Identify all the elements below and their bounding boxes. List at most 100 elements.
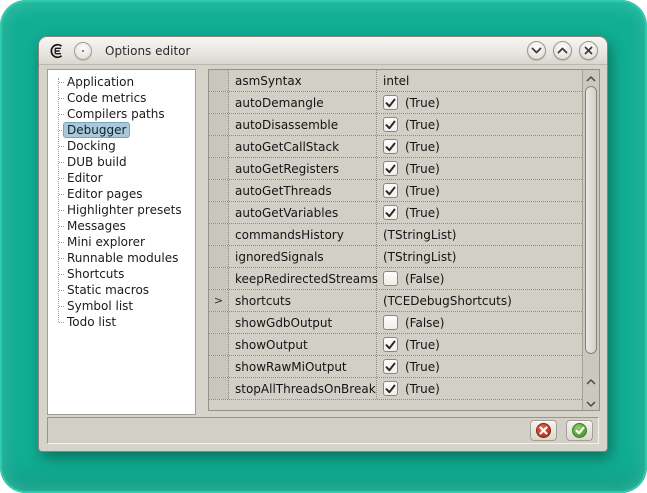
expand-arrow-icon[interactable]: > [209,290,229,311]
property-row-autoGetRegisters[interactable]: autoGetRegisters (True) [209,158,582,180]
property-name: keepRedirectedStreams [229,268,377,289]
property-name: stopAllThreadsOnBreak [229,378,377,399]
desktop-background: Options editor [0,0,647,493]
property-value-cell[interactable]: (TStringList) [377,224,582,245]
property-value-text: (TStringList) [383,250,456,264]
property-value-cell[interactable]: (False) [377,312,582,333]
sidebar-item-editor-pages[interactable]: Editor pages [48,186,195,202]
property-row-showRawMiOutput[interactable]: showRawMiOutput(True) [209,356,582,378]
property-value-text: (True) [405,382,440,396]
sidebar-item-label: DUB build [63,154,131,170]
scrollbar-bottom-buttons [583,379,599,407]
property-row-autoGetVariables[interactable]: autoGetVariables(True) [209,202,582,224]
property-row-autoDisassemble[interactable]: autoDisassemble(True) [209,114,582,136]
property-value-cell[interactable]: (True) [377,334,582,355]
window-menu-button[interactable] [74,42,92,60]
property-value-text: (True) [405,360,440,374]
titlebar[interactable]: Options editor [39,37,607,65]
property-name: autoGetRegisters [229,158,377,179]
roll-down-button[interactable] [527,41,546,60]
sidebar-item-label: Shortcuts [63,266,128,282]
property-name: autoDisassemble [229,114,377,135]
property-row-showOutput[interactable]: showOutput (True) [209,334,582,356]
checkbox-checked-icon[interactable] [383,161,398,176]
category-tree: ApplicationCode metricsCompilers pathsDe… [48,70,195,330]
sidebar-item-runnable-modules[interactable]: Runnable modules [48,250,195,266]
sidebar-item-mini-explorer[interactable]: Mini explorer [48,234,195,250]
row-gutter [209,202,229,223]
property-row-keepRedirectedStreams[interactable]: keepRedirectedStreams(False) [209,268,582,290]
row-gutter [209,246,229,267]
sidebar-item-docking[interactable]: Docking [48,138,195,154]
checkbox-checked-icon[interactable] [383,139,398,154]
checkbox-checked-icon[interactable] [383,381,398,396]
sidebar-item-debugger[interactable]: Debugger [48,122,195,138]
property-row-commandsHistory[interactable]: commandsHistory(TStringList) [209,224,582,246]
property-name: showOutput [229,334,377,355]
property-value-cell[interactable]: (True) [377,158,582,179]
property-row-ignoredSignals[interactable]: ignoredSignals(TStringList) [209,246,582,268]
row-gutter [209,114,229,135]
property-value-cell[interactable]: (TCEDebugShortcuts) [377,290,582,311]
sidebar-item-application[interactable]: Application [48,74,195,90]
sidebar-item-compilers-paths[interactable]: Compilers paths [48,106,195,122]
property-value-cell[interactable]: (True) [377,202,582,223]
property-value-text: (True) [405,338,440,352]
property-row-autoGetCallStack[interactable]: autoGetCallStack(True) [209,136,582,158]
property-value-text: (False) [405,316,445,330]
property-value-cell[interactable]: (True) [377,180,582,201]
property-value-cell[interactable]: intel [377,70,582,91]
property-row-autoGetThreads[interactable]: autoGetThreads(True) [209,180,582,202]
footer-bar [47,417,599,444]
sidebar-item-highlighter-presets[interactable]: Highlighter presets [48,202,195,218]
property-value-cell[interactable]: (True) [377,136,582,157]
sidebar-item-messages[interactable]: Messages [48,218,195,234]
checkbox-checked-icon[interactable] [383,359,398,374]
sidebar-item-label: Symbol list [63,298,137,314]
property-value-cell[interactable]: (True) [377,378,582,399]
sidebar-item-code-metrics[interactable]: Code metrics [48,90,195,106]
row-gutter [209,334,229,355]
property-row-asmSyntax[interactable]: asmSyntaxintel [209,70,582,92]
property-value-cell[interactable]: (TStringList) [377,246,582,267]
sidebar-item-symbol-list[interactable]: Symbol list [48,298,195,314]
checkbox-checked-icon[interactable] [383,337,398,352]
sidebar-item-dub-build[interactable]: DUB build [48,154,195,170]
checkbox-unchecked-icon[interactable] [383,271,398,286]
close-button[interactable] [579,41,598,60]
row-gutter [209,70,229,91]
checkbox-unchecked-icon[interactable] [383,315,398,330]
grid-scrollbar[interactable] [582,70,599,410]
checkbox-checked-icon[interactable] [383,117,398,132]
property-row-autoDemangle[interactable]: autoDemangle(True) [209,92,582,114]
property-name: asmSyntax [229,70,377,91]
scrollbar-up-button[interactable] [583,72,599,85]
checkbox-checked-icon[interactable] [383,95,398,110]
row-gutter [209,312,229,333]
property-value-cell[interactable]: (True) [377,356,582,377]
property-row-shortcuts[interactable]: >shortcuts(TCEDebugShortcuts) [209,290,582,312]
property-value-cell[interactable]: (False) [377,268,582,289]
sidebar-item-editor[interactable]: Editor [48,170,195,186]
scrollbar-thumb[interactable] [585,86,597,354]
checkbox-checked-icon[interactable] [383,183,398,198]
scrollbar-down-button[interactable] [586,401,596,407]
property-value-cell[interactable]: (True) [377,114,582,135]
sidebar-item-static-macros[interactable]: Static macros [48,282,195,298]
row-gutter [209,136,229,157]
roll-up-button[interactable] [553,41,572,60]
property-row-stopAllThreadsOnBreak[interactable]: stopAllThreadsOnBreak (True) [209,378,582,400]
cancel-button[interactable] [530,420,557,441]
sidebar-item-label: Editor [63,170,107,186]
property-name: showGdbOutput [229,312,377,333]
checkbox-checked-icon[interactable] [383,205,398,220]
property-value-text: (True) [405,140,440,154]
sidebar-item-todo-list[interactable]: Todo list [48,314,195,330]
sidebar-item-shortcuts[interactable]: Shortcuts [48,266,195,282]
property-value-cell[interactable]: (True) [377,92,582,113]
property-value-text: (True) [405,162,440,176]
property-row-showGdbOutput[interactable]: showGdbOutput (False) [209,312,582,334]
accept-button[interactable] [566,420,593,441]
sidebar-item-label: Docking [63,138,120,154]
scrollbar-up-button-2[interactable] [586,379,596,385]
